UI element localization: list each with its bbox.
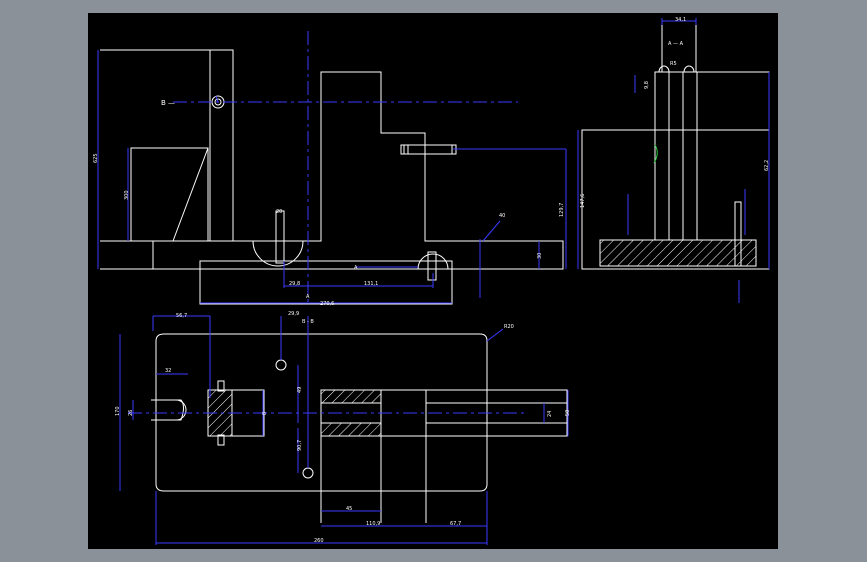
hole-bottom (302, 467, 314, 479)
dim-131-1: 131,1 (364, 281, 378, 287)
dim-67-7: 67,7 (450, 521, 461, 527)
section-hatch-base (599, 239, 757, 267)
dim-r20: R20 (504, 324, 514, 330)
dim-270-6: 270,6 (320, 301, 334, 307)
dim-170: 170 (115, 406, 121, 416)
dim-90-7: 90,7 (297, 440, 303, 451)
dim-45: 45 (346, 506, 352, 512)
front-view (97, 31, 567, 305)
dim-625: 625 (93, 153, 99, 163)
dim-32: 32 (165, 368, 171, 374)
dim-40: 40 (499, 213, 505, 219)
dim-26: 26 (128, 410, 134, 416)
screw-detail (400, 144, 457, 155)
dim-110-9: 110,9 (366, 521, 380, 527)
section-b-label: B — (161, 99, 175, 107)
dim-29-9: 29,9 (288, 311, 299, 317)
mark-a-bottom: A (306, 294, 310, 300)
dim-300: 300 (124, 190, 130, 200)
dim-29-8: 29,8 (289, 281, 300, 287)
drawing-viewport[interactable]: B — A — A B - B A A 625 300 20 40 29,8 1… (88, 13, 778, 549)
top-view-section-bb (119, 315, 569, 545)
mark-a-mid: A (354, 265, 358, 271)
section-aa-label: A — A (668, 41, 684, 47)
dim-8: 8 (262, 412, 268, 415)
dim-20: 20 (276, 209, 282, 215)
dim-50: 50 (565, 410, 571, 416)
dim-24: 24 (547, 411, 553, 417)
dim-9-8: 9,8 (644, 81, 650, 89)
dim-56-7: 56,7 (176, 313, 187, 319)
dim-49: 49 (297, 387, 303, 393)
section-bb-label: B - B (302, 319, 314, 325)
green-annotation (653, 144, 658, 164)
dim-34-1: 34,1 (675, 17, 686, 23)
cad-drawing: B — A — A B - B A A 625 300 20 40 29,8 1… (93, 17, 770, 545)
dim-30: 30 (537, 253, 543, 259)
dim-147-6: 147,6 (580, 194, 586, 208)
dim-129-7: 129,7 (559, 203, 565, 217)
hole-top (275, 359, 287, 371)
dim-62-2: 62,2 (764, 160, 770, 171)
dim-260: 260 (314, 538, 324, 544)
dim-r5: R5 (670, 61, 677, 67)
